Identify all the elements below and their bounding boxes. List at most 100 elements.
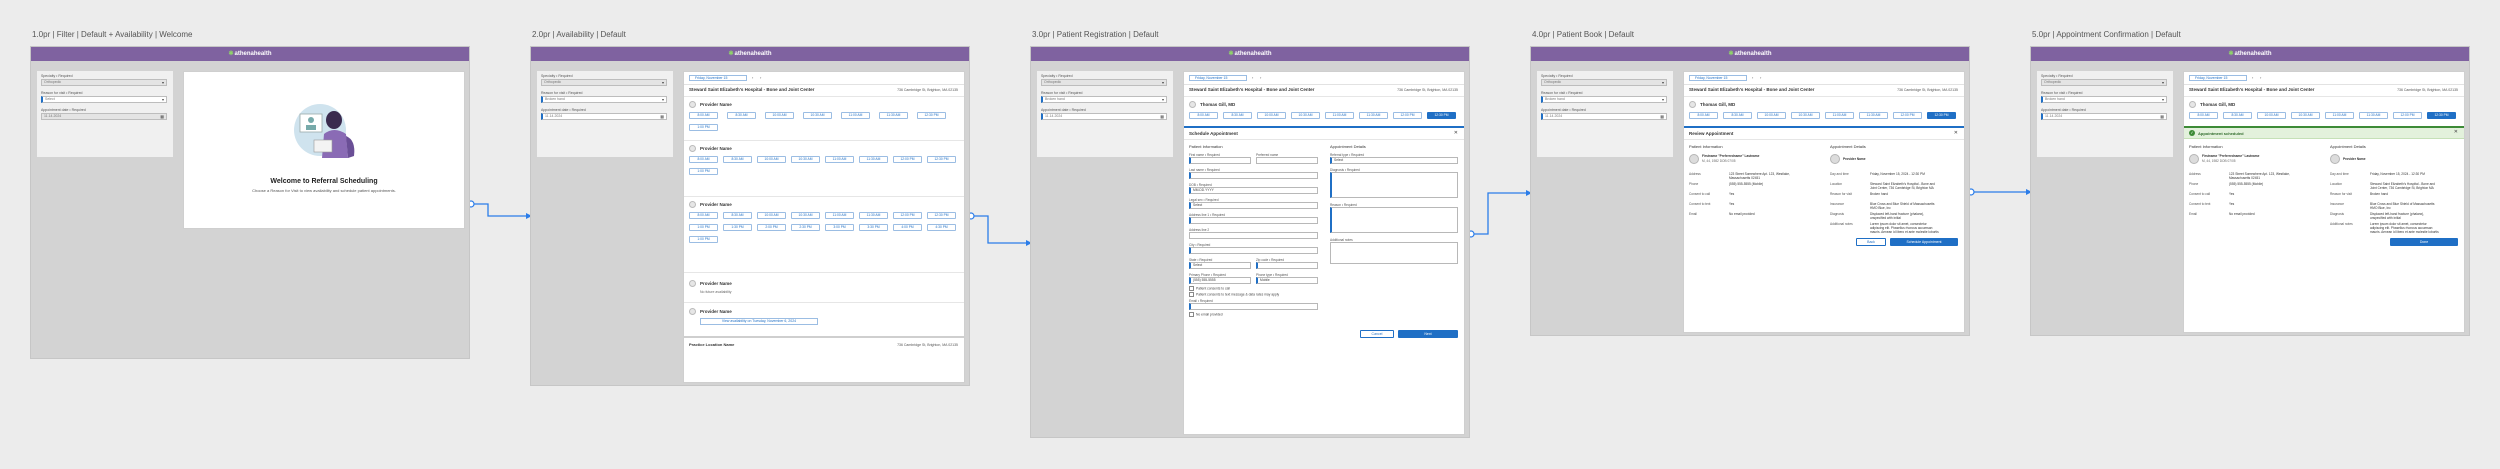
time-slot-selected-button[interactable]: 12:30 PM [1927,112,1956,119]
time-slot-button[interactable]: 1:00 PM [689,168,718,175]
prev-day-button[interactable]: ‹ [2252,75,2253,80]
time-slot-button[interactable]: 1:00 PM [689,124,718,131]
referral-type-select[interactable]: Select [1330,157,1458,164]
time-slot-button[interactable]: 11:30 AM [1859,112,1888,119]
time-slot-button[interactable]: 2:00 PM [757,224,786,231]
time-slot-button[interactable]: 8:30 AM [1223,112,1252,119]
phone-type-select[interactable]: Mobile [1256,277,1318,284]
time-slot-button[interactable]: 11:30 AM [859,156,888,163]
no-email-checkbox[interactable]: No email provided [1189,312,1223,317]
time-slot-button[interactable]: 2:30 PM [791,224,820,231]
time-slot-selected-button[interactable]: 12:30 PM [1427,112,1456,119]
time-slot-selected-button[interactable]: 12:30 PM [2427,112,2456,119]
time-slot-button[interactable]: 12:00 PM [893,212,922,219]
time-slot-button[interactable]: 10:30 AM [1291,112,1320,119]
time-slot-button[interactable]: 12:30 PM [917,112,946,119]
close-icon[interactable]: ✕ [1454,130,1458,136]
time-slot-button[interactable]: 11:30 AM [1359,112,1388,119]
prev-day-button[interactable]: ‹ [1752,75,1753,80]
date-input[interactable]: 11.14.2024 ▦ [41,113,167,120]
specialty-select[interactable]: Orthopedic ▾ [2041,79,2167,86]
time-slot-button[interactable]: 1:00 PM [689,236,718,243]
consent-text-checkbox[interactable]: Patient consents to text message & data … [1189,292,1279,297]
time-slot-button[interactable]: 11:30 AM [2359,112,2388,119]
time-slot-button[interactable]: 11:30 AM [859,212,888,219]
time-slot-button[interactable]: 8:30 AM [723,212,752,219]
schedule-appointment-button[interactable]: Schedule Appointment [1890,238,1958,246]
time-slot-button[interactable]: 10:30 AM [791,156,820,163]
zip-input[interactable] [1256,262,1318,269]
address1-input[interactable] [1189,217,1318,224]
reason-select[interactable]: Select ▾ [41,96,167,103]
time-slot-button[interactable]: 8:00 AM [1689,112,1718,119]
date-input[interactable]: 11.14.2024 ▦ [541,113,667,120]
phone-input[interactable]: (555) 555-5555 [1189,277,1251,284]
diagnosis-textarea[interactable] [1330,172,1458,198]
done-button[interactable]: Done [2390,238,2458,246]
date-input[interactable]: 11.14.2024 ▦ [1041,113,1167,120]
reason-select[interactable]: Broken hand ▾ [1541,96,1667,103]
time-slot-button[interactable]: 10:30 AM [803,112,832,119]
state-select[interactable]: Select [1189,262,1251,269]
specialty-select[interactable]: Orthopedic ▾ [1541,79,1667,86]
specialty-select[interactable]: Orthopedic ▾ [541,79,667,86]
time-slot-button[interactable]: 3:30 PM [859,224,888,231]
email-input[interactable] [1189,303,1318,310]
next-day-button[interactable]: › [760,75,761,80]
time-slot-button[interactable]: 8:30 AM [727,112,756,119]
preferred-name-input[interactable] [1256,157,1318,164]
time-slot-button[interactable]: 12:30 PM [927,212,956,219]
date-input[interactable]: 11.14.2024 ▦ [2041,113,2167,120]
specialty-select[interactable]: Orthopedic ▾ [1041,79,1167,86]
time-slot-button[interactable]: 10:00 AM [757,156,786,163]
time-slot-button[interactable]: 8:30 AM [2223,112,2252,119]
time-slot-button[interactable]: 12:00 PM [1893,112,1922,119]
time-slot-button[interactable]: 3:00 PM [825,224,854,231]
prev-day-button[interactable]: ‹ [752,75,753,80]
time-slot-button[interactable]: 12:00 PM [893,156,922,163]
time-slot-button[interactable]: 1:00 PM [689,224,718,231]
legal-sex-select[interactable]: Select [1189,202,1318,209]
dob-input[interactable]: MM.DD.YYYY [1189,187,1318,194]
time-slot-button[interactable]: 11:00 AM [1825,112,1854,119]
time-slot-button[interactable]: 11:00 AM [825,156,854,163]
time-slot-button[interactable]: 11:30 AM [879,112,908,119]
time-slot-button[interactable]: 10:30 AM [791,212,820,219]
next-button[interactable]: Next [1398,330,1458,338]
date-picker-button[interactable]: Friday, November 15 [2189,75,2247,81]
time-slot-button[interactable]: 11:00 AM [841,112,870,119]
time-slot-button[interactable]: 1:30 PM [723,224,752,231]
back-button[interactable]: Back [1856,238,1886,246]
time-slot-button[interactable]: 8:00 AM [689,112,718,119]
view-next-availability-button[interactable]: View availability on Tuesday, November 6… [700,318,818,325]
time-slot-button[interactable]: 4:00 PM [893,224,922,231]
time-slot-button[interactable]: 10:00 AM [757,212,786,219]
address2-input[interactable] [1189,232,1318,239]
time-slot-button[interactable]: 8:00 AM [689,212,718,219]
time-slot-button[interactable]: 12:00 PM [1393,112,1422,119]
city-input[interactable] [1189,247,1318,254]
date-input[interactable]: 11.14.2024 ▦ [1541,113,1667,120]
time-slot-button[interactable]: 11:00 AM [1325,112,1354,119]
reason-select[interactable]: Broken hand ▾ [2041,96,2167,103]
date-picker-button[interactable]: Friday, November 15 [689,75,747,81]
last-name-input[interactable] [1189,172,1318,179]
time-slot-button[interactable]: 11:00 AM [825,212,854,219]
time-slot-button[interactable]: 8:30 AM [1723,112,1752,119]
time-slot-button[interactable]: 8:30 AM [723,156,752,163]
reason-textarea[interactable] [1330,207,1458,233]
date-picker-button[interactable]: Friday, November 15 [1689,75,1747,81]
consent-call-checkbox[interactable]: Patient consents to call [1189,286,1230,291]
prev-day-button[interactable]: ‹ [1252,75,1253,80]
time-slot-button[interactable]: 10:30 AM [1791,112,1820,119]
close-icon[interactable]: ✕ [1954,130,1958,136]
next-day-button[interactable]: › [2260,75,2261,80]
time-slot-button[interactable]: 8:00 AM [689,156,718,163]
close-icon[interactable]: ✕ [2454,129,2458,135]
time-slot-button[interactable]: 10:00 AM [2257,112,2286,119]
time-slot-button[interactable]: 11:00 AM [2325,112,2354,119]
next-day-button[interactable]: › [1760,75,1761,80]
time-slot-button[interactable]: 8:00 AM [1189,112,1218,119]
additional-notes-textarea[interactable] [1330,242,1458,264]
time-slot-button[interactable]: 10:00 AM [765,112,794,119]
